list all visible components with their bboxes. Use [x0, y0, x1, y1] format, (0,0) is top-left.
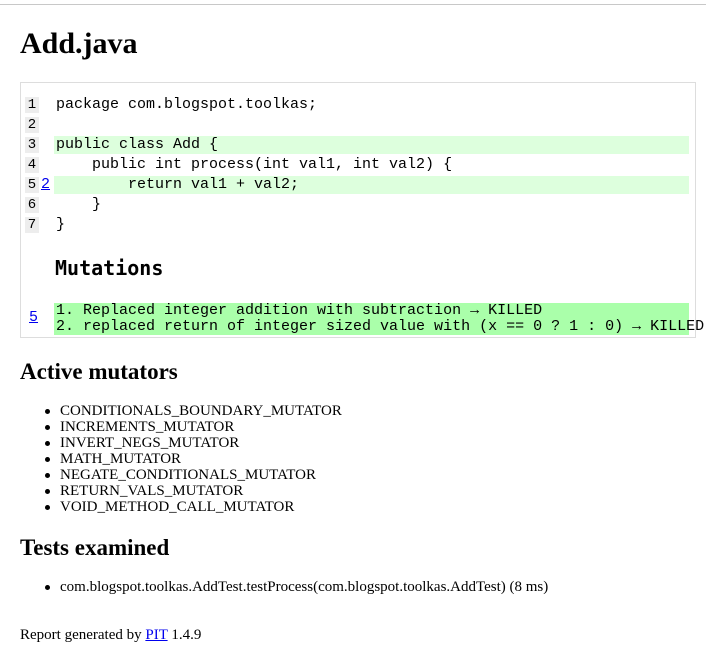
top-divider — [0, 4, 706, 5]
list-item: MATH_MUTATOR — [42, 451, 342, 467]
source-line: 2 — [21, 115, 695, 135]
line-number: 3 — [25, 137, 39, 153]
mutation-item: 1. Replaced integer addition with subtra… — [56, 302, 543, 319]
active-mutators-list: CONDITIONALS_BOUNDARY_MUTATOR INCREMENTS… — [42, 403, 342, 515]
mutation-line-link[interactable]: 5 — [29, 309, 38, 326]
line-number: 1 — [25, 97, 39, 113]
list-item: CONDITIONALS_BOUNDARY_MUTATOR — [42, 403, 342, 419]
footer-version: 1.4.9 — [171, 627, 202, 643]
list-item: RETURN_VALS_MUTATOR — [42, 483, 342, 499]
source-line: 52 return val1 + val2; — [21, 175, 695, 195]
code-text: } — [56, 196, 102, 213]
list-item: VOID_METHOD_CALL_MUTATOR — [42, 499, 342, 515]
code-text: package com.blogspot.toolkas; — [56, 96, 318, 113]
code-text: } — [56, 216, 66, 233]
list-item: INCREMENTS_MUTATOR — [42, 419, 342, 435]
list-item: com.blogspot.toolkas.AddTest.testProcess… — [42, 579, 548, 595]
report-footer: Report generated by PIT 1.4.9 — [20, 626, 201, 644]
active-mutators-heading: Active mutators — [20, 359, 178, 384]
source-code-table: 1 package com.blogspot.toolkas; 2 3 public c… — [20, 82, 704, 338]
source-line: 4 public int process(int val1, int val2)… — [21, 155, 695, 175]
tests-examined-heading: Tests examined — [20, 535, 170, 560]
line-number: 7 — [25, 217, 39, 233]
page-title: Add.java — [20, 27, 138, 60]
list-item: NEGATE_CONDITIONALS_MUTATOR — [42, 467, 342, 483]
code-text: public class Add { — [54, 136, 689, 154]
mutation-item: 2. replaced return of integer sized valu… — [56, 318, 705, 335]
line-number: 5 — [25, 177, 39, 193]
source-line: 1 package com.blogspot.toolkas; — [21, 95, 695, 115]
mutation-list: 1. Replaced integer addition with subtra… — [54, 302, 704, 335]
line-number: 4 — [25, 157, 39, 173]
mutations-heading: Mutations — [55, 256, 164, 280]
line-number: 2 — [25, 117, 39, 133]
tests-examined-list: com.blogspot.toolkas.AddTest.testProcess… — [42, 579, 548, 595]
pit-link[interactable]: PIT — [145, 627, 167, 643]
mutation-count-link[interactable]: 2 — [41, 175, 53, 195]
code-text: public int process(int val1, int val2) { — [56, 156, 453, 173]
list-item: INVERT_NEGS_MUTATOR — [42, 435, 342, 451]
source-line: 7} — [21, 215, 695, 235]
source-line: 3 public class Add { — [21, 135, 695, 155]
source-line: 6 } — [21, 195, 695, 215]
footer-prefix: Report generated by — [20, 627, 142, 643]
code-text: return val1 + val2; — [54, 176, 689, 194]
line-number: 6 — [25, 197, 39, 213]
